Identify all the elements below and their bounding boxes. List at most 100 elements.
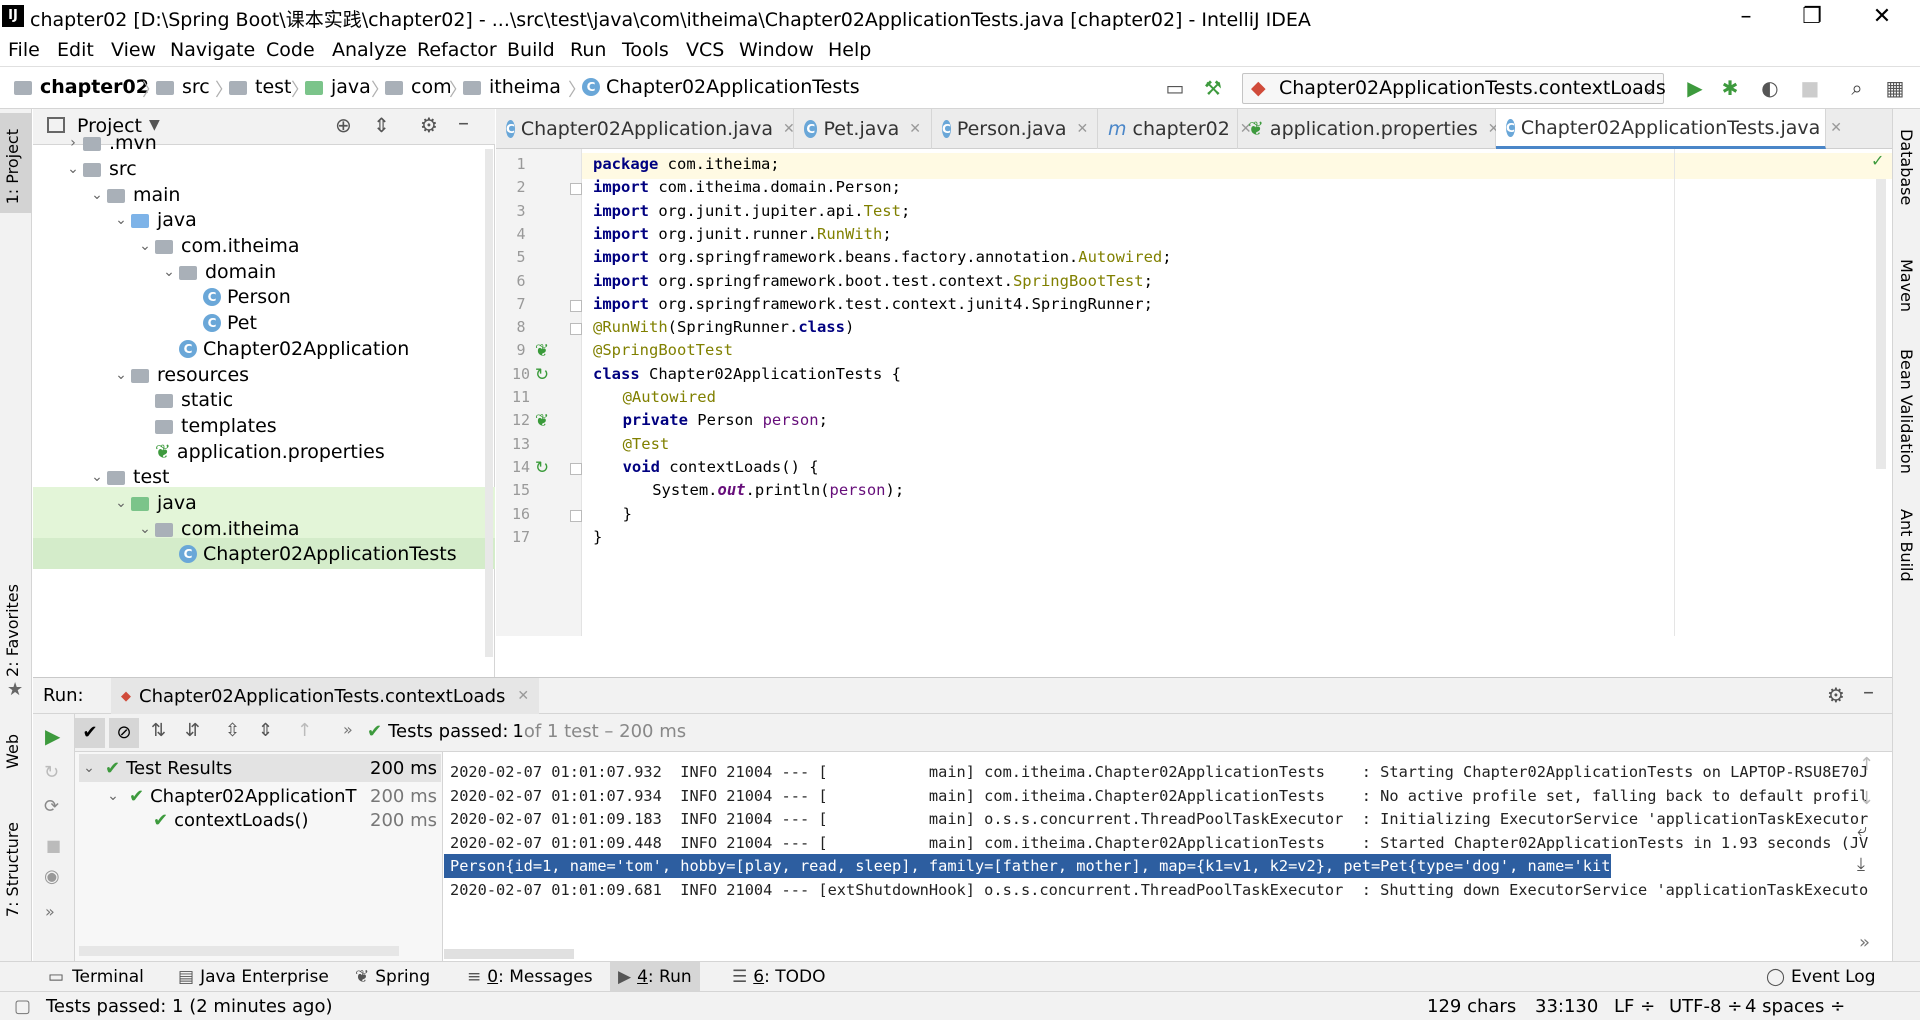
breadcrumb-class[interactable]: C Chapter02ApplicationTests	[582, 76, 860, 98]
scroll-up-icon[interactable]: ↑	[1859, 754, 1874, 775]
previous-failed-icon[interactable]: ↑	[297, 720, 312, 741]
indent-setting[interactable]: 4 spaces ÷	[1745, 996, 1845, 1017]
fold-marker-icon[interactable]	[570, 323, 582, 336]
hide-panel-icon[interactable]: –	[1863, 680, 1874, 705]
chevron-icon[interactable]: ⌄	[87, 187, 107, 203]
breadcrumb-com[interactable]: com	[385, 76, 452, 98]
show-ignored-icon[interactable]: ⊘	[109, 718, 139, 748]
gear-icon[interactable]: ⚙	[1827, 683, 1845, 707]
tab-spring[interactable]: ❦ Spring	[355, 967, 430, 987]
menu-tools[interactable]: Tools	[622, 39, 669, 61]
tool-tab-structure[interactable]: 7: Structure	[3, 822, 22, 917]
more-icon[interactable]: »	[45, 902, 55, 921]
coverage-icon[interactable]: ◐	[1757, 75, 1783, 101]
breadcrumb-src[interactable]: src	[156, 76, 210, 98]
file-encoding[interactable]: UTF-8 ÷	[1669, 996, 1742, 1017]
chevron-icon[interactable]: ⌄	[111, 212, 131, 228]
chevron-icon[interactable]: ⌄	[135, 238, 155, 254]
tab-java-enterprise[interactable]: ▤ Java Enterprise	[178, 967, 329, 987]
menu-edit[interactable]: Edit	[57, 39, 94, 61]
collapse-all-icon[interactable]: ⇕	[258, 720, 273, 741]
sort-alpha-icon[interactable]: ⇅	[151, 720, 166, 741]
tab-run[interactable]: ▶ 4: Run	[610, 962, 700, 992]
menu-code[interactable]: Code	[266, 39, 315, 61]
test-results-root[interactable]: ⌄ ✔ Test Results 200 ms	[79, 754, 441, 782]
console-output[interactable]: 2020-02-07 01:01:07.932 INFO 21004 --- […	[444, 752, 1880, 962]
editor-scrollbar[interactable]	[1876, 179, 1886, 469]
more-icon[interactable]: »	[1859, 932, 1870, 953]
tab-messages[interactable]: ≡ 0: Messages	[467, 967, 593, 987]
breadcrumb-test[interactable]: test	[229, 76, 292, 98]
stop-icon[interactable]: ■	[1797, 75, 1823, 101]
menu-window[interactable]: Window	[739, 39, 814, 61]
chevron-icon[interactable]: ›	[63, 135, 83, 151]
close-icon[interactable]: ✕	[783, 121, 795, 137]
chevron-icon[interactable]: ⌄	[111, 367, 131, 383]
minimize-icon[interactable]: –	[1731, 4, 1761, 29]
fold-marker-icon[interactable]	[570, 183, 582, 196]
code-editor[interactable]: 1 2 3 4 5 6 7 8 9 10 11 12 13 14 15 16 17 ❦ ↻ ❦ ↻ package co…	[496, 149, 1892, 636]
scroll-to-end-icon[interactable]: ⤓	[1857, 854, 1865, 875]
menu-file[interactable]: File	[8, 39, 40, 61]
run-icon[interactable]: ▶	[1682, 75, 1708, 101]
tab-todo[interactable]: ☰ 6: TODO	[732, 967, 825, 987]
tab-chapter02application[interactable]: C Chapter02Application.java ✕	[496, 109, 795, 149]
test-method-item[interactable]: ✔ contextLoads() 200 ms	[153, 806, 441, 834]
scroll-down-icon[interactable]: ↓	[1859, 788, 1874, 809]
tab-chapter02applicationtests[interactable]: C Chapter02ApplicationTests.java ✕	[1496, 109, 1842, 149]
run-tab[interactable]: ◆ Chapter02ApplicationTests.contextLoads ✕	[111, 678, 540, 714]
tree-scrollbar[interactable]	[485, 149, 493, 657]
menu-build[interactable]: Build	[507, 39, 555, 61]
chevron-icon[interactable]: ⌄	[87, 469, 107, 485]
tab-pet[interactable]: C Pet.java ✕	[794, 109, 932, 149]
fold-marker-icon[interactable]	[570, 299, 582, 312]
menu-run[interactable]: Run	[570, 39, 606, 61]
caret-position[interactable]: 33:130	[1535, 996, 1598, 1017]
toggle-tool-windows-icon[interactable]: ▢	[14, 996, 31, 1017]
close-icon[interactable]: ✕	[909, 121, 921, 137]
run-configuration-select[interactable]: ◆ Chapter02ApplicationTests.contextLoads…	[1242, 73, 1666, 104]
show-passed-icon[interactable]: ✔	[75, 718, 105, 748]
tab-terminal[interactable]: ▭ Terminal	[48, 967, 144, 987]
fold-marker-icon[interactable]	[570, 509, 582, 522]
toggle-auto-test-icon[interactable]: ⟳	[44, 796, 59, 817]
search-icon[interactable]: ⌕	[1844, 75, 1870, 101]
tool-tab-bean-validation[interactable]: Bean Validation	[1897, 349, 1916, 474]
tool-tab-maven[interactable]: Maven	[1897, 259, 1916, 312]
console-scrollbar[interactable]	[444, 949, 574, 959]
run-gutter-icon[interactable]: ↻	[532, 458, 552, 478]
tab-event-log[interactable]: ◯ Event Log	[1766, 967, 1876, 987]
breadcrumb-itheima[interactable]: itheima	[463, 76, 561, 98]
line-separator[interactable]: LF ÷	[1614, 996, 1655, 1017]
tab-chapter02-pom[interactable]: m chapter02 ✕	[1098, 109, 1252, 149]
breadcrumb-java[interactable]: java	[305, 76, 371, 98]
camera-icon[interactable]: ◉	[44, 866, 60, 887]
run-gutter-icon[interactable]: ↻	[532, 365, 552, 385]
menu-analyze[interactable]: Analyze	[332, 39, 407, 61]
tool-tab-web[interactable]: Web	[3, 734, 22, 769]
close-icon[interactable]: ✕	[1830, 120, 1842, 136]
more-icon[interactable]: »	[343, 720, 353, 739]
stop-icon[interactable]: ■	[46, 836, 61, 855]
menu-refactor[interactable]: Refactor	[417, 39, 497, 61]
tree-item[interactable]: C Chapter02ApplicationTests	[33, 538, 495, 569]
tool-tab-ant-build[interactable]: Ant Build	[1897, 509, 1916, 582]
debug-icon[interactable]: ✱	[1717, 75, 1743, 101]
expand-all-icon[interactable]: ⇳	[225, 720, 240, 741]
menu-help[interactable]: Help	[828, 39, 871, 61]
autowired-bean-icon[interactable]: ❦	[532, 411, 552, 431]
menu-vcs[interactable]: VCS	[686, 39, 724, 61]
tab-person[interactable]: C Person.java ✕	[932, 109, 1098, 149]
chevron-icon[interactable]: ⌄	[159, 264, 179, 280]
close-icon[interactable]: ✕	[1867, 4, 1897, 29]
chevron-icon[interactable]: ⌄	[135, 521, 155, 537]
fold-marker-icon[interactable]	[570, 462, 582, 475]
rerun-failed-icon[interactable]: ↻	[44, 762, 59, 783]
breadcrumb-chapter02[interactable]: chapter02	[14, 76, 149, 98]
close-icon[interactable]: ✕	[1077, 121, 1089, 137]
soft-wrap-icon[interactable]: ⤶	[1857, 820, 1867, 841]
tool-tab-database[interactable]: Database	[1897, 129, 1916, 205]
chevron-icon[interactable]: ⌄	[111, 495, 131, 511]
spring-bean-icon[interactable]: ❦	[532, 341, 552, 361]
rerun-icon[interactable]: ▶	[45, 724, 60, 748]
